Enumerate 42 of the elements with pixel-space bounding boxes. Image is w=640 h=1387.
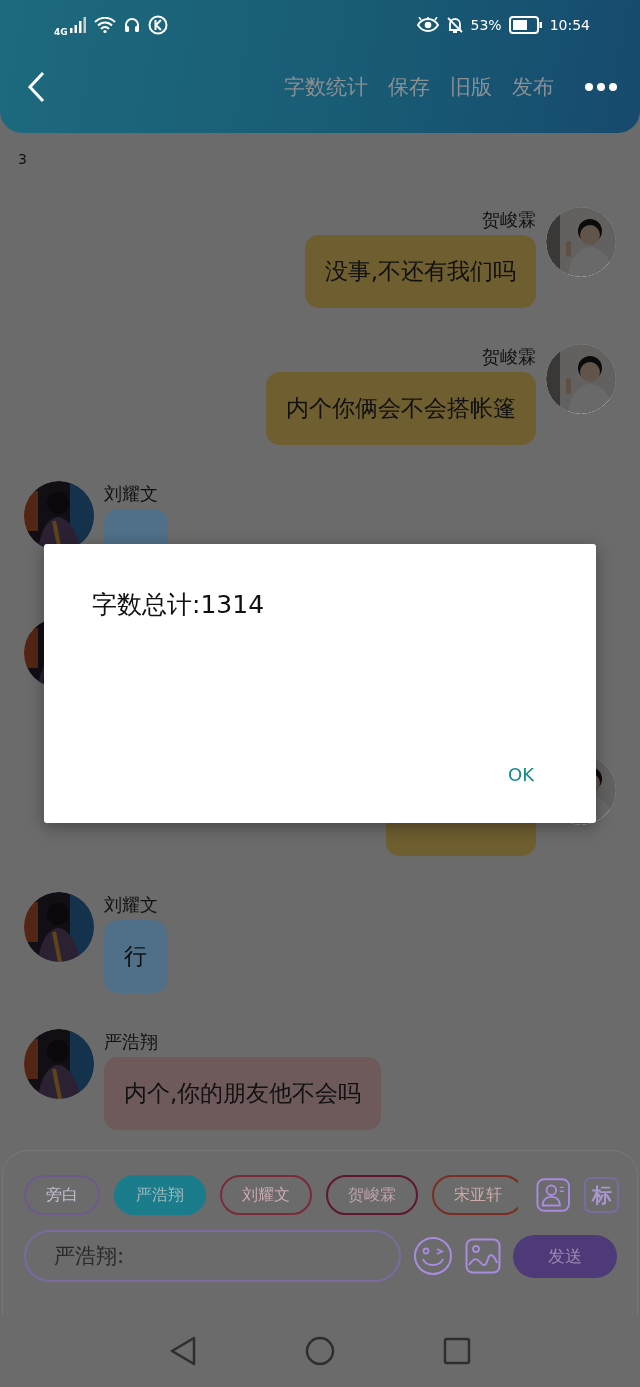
bell-off-icon (445, 16, 464, 34)
message-bubble: 行 (104, 920, 167, 993)
sender-name: 贺峻霖 (482, 346, 536, 368)
page-number: 3 (18, 151, 28, 169)
role-chip[interactable]: 旁白 (24, 1175, 100, 1215)
battery-percent: 53% (470, 17, 502, 33)
sender-name: 刘耀文 (104, 483, 158, 505)
recents-nav-icon[interactable] (443, 1337, 471, 1365)
image-icon[interactable] (465, 1238, 501, 1274)
sender-name: 贺峻霖 (482, 209, 536, 231)
header-action[interactable]: 保存 (384, 73, 434, 101)
message-bubble: 没事,不还有我们吗 (304, 235, 536, 308)
message-bubble: 内个你俩会不会搭帐篷 (266, 372, 536, 445)
sender-name: 刘耀文 (104, 894, 158, 916)
emoji-icon[interactable] (413, 1236, 453, 1276)
send-button[interactable]: 发送 (513, 1234, 617, 1278)
headphones-icon (122, 16, 141, 34)
network-type: 4G (54, 27, 68, 37)
k-circle-icon (147, 15, 168, 35)
ok-button[interactable]: OK (502, 760, 540, 789)
home-nav-icon[interactable] (305, 1336, 335, 1366)
role-chip[interactable]: 贺峻霖 (326, 1175, 418, 1215)
role-chip[interactable]: 刘耀文 (220, 1175, 312, 1215)
message-bubble: 内个,你的朋友他不会吗 (104, 1057, 382, 1130)
role-chip[interactable]: 严浩翔 (114, 1175, 206, 1215)
eye-icon (416, 17, 439, 33)
header-action[interactable]: 发布 (508, 73, 558, 101)
signal-icon (68, 17, 87, 33)
dialog-message: 字数总计:1314 (92, 589, 265, 621)
role-chip[interactable]: 宋亚轩 (432, 1175, 518, 1215)
back-nav-icon[interactable] (169, 1336, 197, 1366)
sender-name: 严浩翔 (104, 1031, 158, 1053)
wifi-icon (93, 17, 116, 33)
tag-button[interactable]: 标 (584, 1177, 619, 1213)
input-field[interactable]: 严浩翔: (24, 1230, 401, 1282)
header-action[interactable]: 字数统计 (280, 73, 372, 101)
header-action[interactable]: 旧版 (446, 73, 496, 101)
more-icon[interactable] (584, 82, 618, 92)
battery-icon (508, 16, 543, 34)
back-icon[interactable] (26, 71, 46, 103)
contact-card-icon[interactable] (536, 1177, 571, 1213)
clock-time: 10:54 (549, 17, 590, 33)
